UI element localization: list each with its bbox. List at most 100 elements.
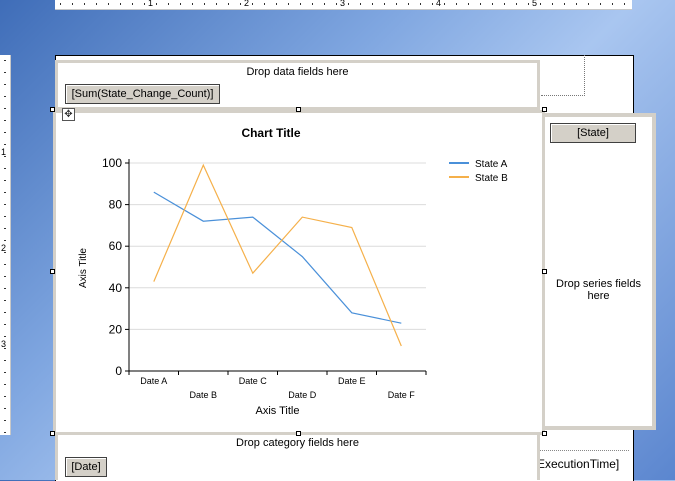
ruler-tick <box>4 168 6 169</box>
ruler-tick <box>432 3 433 5</box>
ruler-tick <box>504 3 505 5</box>
ruler-tick <box>516 3 517 5</box>
ruler-tick <box>96 3 97 5</box>
ruler-tick <box>4 408 6 409</box>
category-zone-label: Drop category fields here <box>236 437 359 449</box>
ruler-tick <box>4 360 6 361</box>
ruler-tick <box>480 3 481 5</box>
ruler-tick <box>4 216 6 217</box>
ruler-number: 1 <box>148 0 154 8</box>
y-tick-label: 100 <box>102 156 122 170</box>
ruler-tick <box>108 3 109 5</box>
ruler-tick <box>4 144 6 145</box>
ruler-tick <box>4 312 6 313</box>
ruler-tick <box>492 3 493 5</box>
data-fields-drop-zone[interactable]: Drop data fields here [Sum(State_Change_… <box>55 60 540 110</box>
legend-label: State A <box>475 159 508 170</box>
ruler-tick <box>312 3 313 5</box>
ruler-tick <box>300 3 301 5</box>
legend-label: State B <box>475 173 508 184</box>
ruler-tick <box>4 228 6 229</box>
ruler-tick <box>156 3 157 5</box>
ruler-tick <box>336 3 337 5</box>
data-zone-label: Drop data fields here <box>246 66 349 78</box>
ruler-tick <box>4 372 6 373</box>
chart-title: Chart Title <box>241 126 300 140</box>
ruler-tick <box>348 3 349 5</box>
ruler-tick <box>444 3 445 5</box>
resize-handle-right[interactable] <box>542 269 547 274</box>
ruler-number: 5 <box>532 0 538 8</box>
ruler-tick <box>396 3 397 5</box>
ruler-tick <box>552 3 553 5</box>
x-tick-label: Date F <box>388 390 416 400</box>
ruler-tick <box>4 84 6 85</box>
resize-handle-left[interactable] <box>50 269 55 274</box>
x-axis-title: Axis Title <box>255 405 299 417</box>
ruler-tick <box>4 276 6 277</box>
y-tick-label: 40 <box>109 281 123 295</box>
ruler-tick <box>360 3 361 5</box>
x-tick-label: Date E <box>338 376 366 386</box>
series-fields-drop-zone[interactable]: [State] Drop series fields here <box>541 113 656 430</box>
ruler-tick <box>4 420 6 421</box>
date-field-button[interactable]: [Date] <box>65 457 107 477</box>
horizontal-ruler: 1 2 3 4 5 <box>55 0 632 10</box>
ruler-tick <box>624 3 625 5</box>
ruler-tick <box>324 3 325 5</box>
y-tick-label: 80 <box>109 198 123 212</box>
ruler-tick <box>240 3 241 5</box>
resize-handle-top-left[interactable] <box>50 107 55 112</box>
line-chart: Chart Title 0 20 40 60 80 100 Date A Date B Date … <box>78 126 508 417</box>
resize-handle-bottom-left[interactable] <box>50 431 55 436</box>
ruler-tick <box>468 3 469 5</box>
ruler-tick <box>60 3 61 5</box>
ruler-tick <box>4 384 6 385</box>
vertical-ruler: 1 2 3 <box>0 55 11 435</box>
ruler-tick <box>276 3 277 5</box>
ruler-tick <box>4 300 6 301</box>
ruler-tick <box>420 3 421 5</box>
sum-state-change-count-field-button[interactable]: [Sum(State_Change_Count)] <box>65 84 220 104</box>
ruler-tick <box>4 72 6 73</box>
ruler-tick <box>372 3 373 5</box>
chart-area[interactable]: Chart Title 0 20 40 60 80 100 Date A Date B Date … <box>53 110 545 435</box>
ruler-tick <box>180 3 181 5</box>
resize-handle-top[interactable] <box>296 107 301 112</box>
ruler-tick <box>384 3 385 5</box>
ruler-tick <box>4 264 6 265</box>
ruler-tick <box>204 3 205 5</box>
ruler-tick <box>4 192 6 193</box>
ruler-tick <box>4 432 6 433</box>
ruler-tick <box>4 180 6 181</box>
category-fields-drop-zone[interactable]: Drop category fields here [Date] <box>55 432 540 480</box>
ruler-tick <box>4 120 6 121</box>
ruler-tick <box>4 108 6 109</box>
ruler-tick <box>612 3 613 5</box>
ruler-number: 3 <box>340 0 346 8</box>
ruler-tick <box>168 3 169 5</box>
y-axis-title: Axis Title <box>78 248 89 288</box>
x-tick-label: Date D <box>288 390 317 400</box>
ruler-tick <box>4 132 6 133</box>
ruler-tick <box>72 3 73 5</box>
state-field-button[interactable]: [State] <box>550 123 636 143</box>
ruler-tick <box>4 204 6 205</box>
ruler-number: 2 <box>244 0 250 8</box>
ruler-tick <box>4 60 6 61</box>
ruler-tick <box>456 3 457 5</box>
y-tick-label: 60 <box>109 239 123 253</box>
ruler-tick <box>408 3 409 5</box>
ruler-tick <box>84 3 85 5</box>
ruler-tick <box>192 3 193 5</box>
ruler-tick <box>216 3 217 5</box>
resize-handle-bottom-right[interactable] <box>542 431 547 436</box>
page-corner-guide <box>541 55 585 96</box>
execution-time-textbox[interactable]: ExecutionTime] <box>537 450 629 477</box>
y-tick-label: 20 <box>109 322 123 336</box>
move-arrows-icon[interactable]: ✥ <box>62 108 75 121</box>
resize-handle-top-right[interactable] <box>542 107 547 112</box>
series-line-state-b <box>153 163 402 347</box>
series-zone-label: Drop series fields here <box>556 278 641 302</box>
resize-handle-bottom[interactable] <box>296 431 301 436</box>
